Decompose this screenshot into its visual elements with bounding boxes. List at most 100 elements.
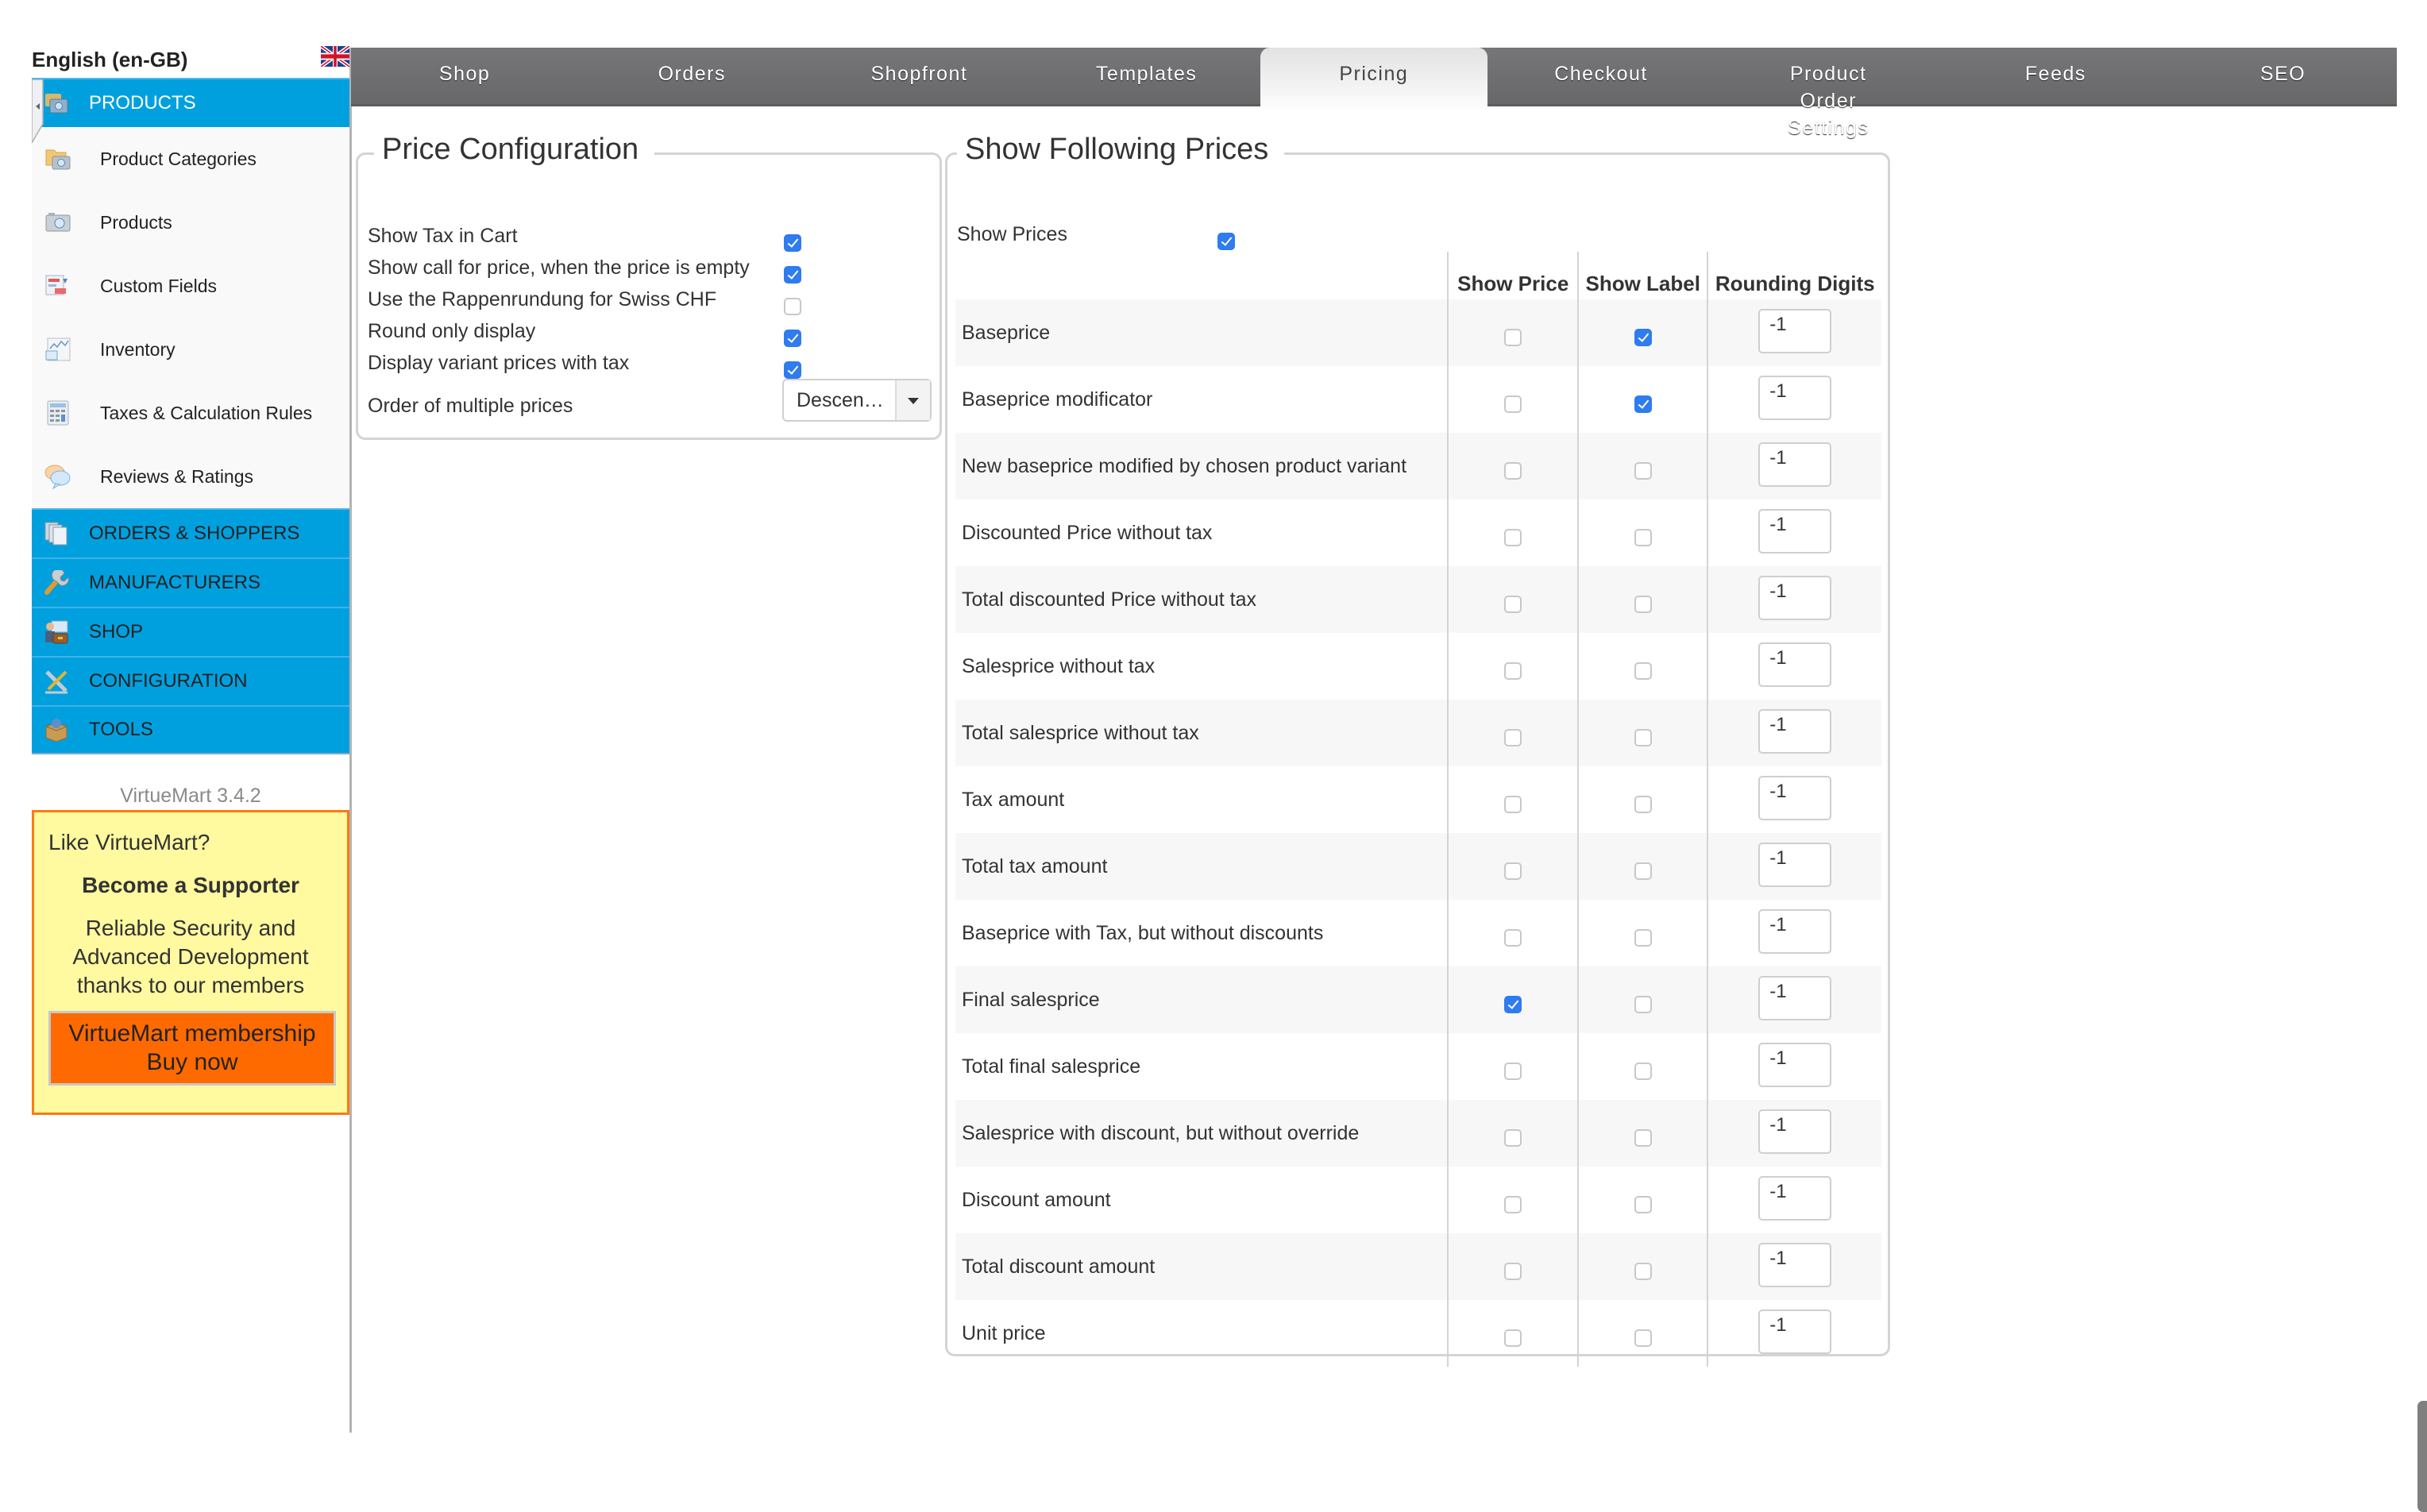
- sidebar-item-taxes[interactable]: Taxes & Calculation Rules: [32, 381, 349, 445]
- show-label-checkbox[interactable]: [1634, 662, 1652, 680]
- show-label-checkbox[interactable]: [1634, 1129, 1652, 1147]
- show-label-checkbox[interactable]: [1634, 729, 1652, 746]
- tab-checkout[interactable]: Checkout: [1487, 48, 1715, 106]
- tab-shopfront[interactable]: Shopfront: [805, 48, 1032, 106]
- sidebar-section-tools[interactable]: TOOLS: [32, 705, 349, 754]
- show-price-checkbox[interactable]: [1504, 596, 1522, 613]
- rounding-digits-input[interactable]: [1758, 1242, 1832, 1287]
- rounding-digits-input[interactable]: [1758, 775, 1832, 820]
- show-label-checkbox[interactable]: [1634, 395, 1652, 413]
- buy-membership-button[interactable]: VirtueMart membership Buy now: [48, 1011, 336, 1086]
- table-row: Unit price: [955, 1300, 1881, 1367]
- show-following-prices-title: Show Following Prices: [957, 133, 1285, 167]
- show-price-checkbox[interactable]: [1504, 796, 1522, 813]
- show-label-checkbox[interactable]: [1634, 929, 1652, 947]
- sidebar-section-orders-shoppers[interactable]: ORDERS & SHOPPERS: [32, 508, 349, 557]
- show-label-checkbox[interactable]: [1634, 996, 1652, 1013]
- speech-bubbles-icon: [44, 463, 71, 490]
- show-price-checkbox[interactable]: [1504, 1263, 1522, 1280]
- show-prices-checkbox[interactable]: [1217, 233, 1235, 250]
- variant-prices-with-tax-checkbox[interactable]: [784, 361, 801, 379]
- rounding-digits-input[interactable]: [1758, 1309, 1832, 1354]
- show-label-checkbox[interactable]: [1634, 796, 1652, 813]
- show-label-checkbox[interactable]: [1634, 462, 1652, 480]
- rounding-digits-input[interactable]: [1758, 1042, 1832, 1087]
- rounding-digits-input[interactable]: [1758, 642, 1832, 687]
- show-label-checkbox[interactable]: [1634, 1329, 1652, 1347]
- show-label-checkbox[interactable]: [1634, 1196, 1652, 1213]
- show-label-cell: [1576, 1100, 1708, 1167]
- show-label-checkbox[interactable]: [1634, 529, 1652, 546]
- sidebar-item-product-categories[interactable]: Product Categories: [32, 127, 349, 191]
- show-price-cell: [1447, 566, 1578, 633]
- show-label-checkbox[interactable]: [1634, 1063, 1652, 1080]
- show-label-checkbox[interactable]: [1634, 862, 1652, 880]
- sidebar-item-custom-fields[interactable]: Custom Fields: [32, 254, 349, 318]
- show-price-checkbox[interactable]: [1504, 1329, 1522, 1347]
- rounding-digits-input[interactable]: [1758, 708, 1832, 754]
- sidebar-section-products[interactable]: PRODUCTS: [31, 78, 349, 145]
- tab-orders[interactable]: Orders: [578, 48, 805, 106]
- rounding-digits-input[interactable]: [1758, 1175, 1832, 1221]
- sidebar-item-reviews[interactable]: Reviews & Ratings: [32, 445, 349, 508]
- rounding-digits-input[interactable]: [1758, 908, 1832, 954]
- show-price-cell: [1447, 299, 1578, 366]
- show-price-checkbox[interactable]: [1504, 462, 1522, 480]
- table-row: New baseprice modified by chosen product…: [955, 433, 1881, 499]
- show-call-for-price-checkbox[interactable]: [784, 266, 801, 284]
- chevron-down-icon[interactable]: [895, 380, 930, 420]
- sidebar-section-shop[interactable]: SHOP: [32, 607, 349, 656]
- show-price-checkbox[interactable]: [1504, 1196, 1522, 1213]
- show-price-checkbox[interactable]: [1504, 862, 1522, 880]
- sidebar-item-inventory[interactable]: Inventory: [32, 318, 349, 381]
- show-price-checkbox[interactable]: [1504, 529, 1522, 546]
- page-scrollbar-thumb[interactable]: [2417, 1401, 2427, 1512]
- show-label-column-header: Show Label: [1576, 252, 1708, 299]
- tab-seo[interactable]: SEO: [2170, 48, 2397, 106]
- show-price-checkbox[interactable]: [1504, 1063, 1522, 1080]
- show-price-checkbox[interactable]: [1504, 395, 1522, 413]
- price-type-label: Final salesprice: [955, 966, 1449, 1033]
- sidebar-item-products[interactable]: Products: [32, 191, 349, 254]
- show-label-checkbox[interactable]: [1634, 596, 1652, 613]
- rounding-digits-input[interactable]: [1758, 1109, 1832, 1154]
- show-price-checkbox[interactable]: [1504, 662, 1522, 680]
- rounding-digits-input[interactable]: [1758, 842, 1832, 887]
- version-label: VirtueMart 3.4.2: [120, 785, 261, 807]
- show-tax-in-cart-checkbox[interactable]: [784, 234, 801, 252]
- rappenrundung-checkbox[interactable]: [784, 298, 801, 315]
- show-price-checkbox[interactable]: [1504, 329, 1522, 346]
- promo-heading: Like VirtueMart?: [48, 830, 210, 854]
- rounding-digits-input[interactable]: [1758, 375, 1832, 420]
- products-camera-icon: [44, 209, 71, 236]
- sidebar-section-manufacturers[interactable]: MANUFACTURERS: [32, 557, 349, 607]
- tab-pricing[interactable]: Pricing: [1260, 48, 1487, 109]
- table-row: Baseprice with Tax, but without discount…: [955, 900, 1881, 966]
- show-price-checkbox[interactable]: [1504, 1129, 1522, 1147]
- show-price-checkbox[interactable]: [1504, 996, 1522, 1013]
- rounding-digits-input[interactable]: [1758, 308, 1832, 353]
- rounding-digits-input[interactable]: [1758, 508, 1832, 554]
- order-of-multiple-prices-select[interactable]: Descen…: [782, 379, 932, 422]
- sidebar-collapse-handle[interactable]: [31, 79, 46, 145]
- price-configuration-fieldset: Price Configuration Show Tax in Cart Sho…: [356, 133, 942, 440]
- show-label-checkbox[interactable]: [1634, 329, 1652, 346]
- rounding-digits-input[interactable]: [1758, 442, 1832, 487]
- show-price-checkbox[interactable]: [1504, 729, 1522, 746]
- show-price-cell: [1447, 366, 1578, 433]
- show-label-cell: [1576, 633, 1708, 700]
- tab-shop[interactable]: Shop: [351, 48, 578, 106]
- show-label-checkbox[interactable]: [1634, 1263, 1652, 1280]
- round-only-display-checkbox[interactable]: [784, 330, 801, 347]
- rounding-digits-input[interactable]: [1758, 975, 1832, 1020]
- tab-templates[interactable]: Templates: [1033, 48, 1260, 106]
- show-label-cell: [1576, 900, 1708, 966]
- rounding-digits-input[interactable]: [1758, 575, 1832, 620]
- uk-flag-icon[interactable]: [320, 44, 350, 69]
- tab-feeds[interactable]: Feeds: [1942, 48, 2169, 106]
- show-price-checkbox[interactable]: [1504, 929, 1522, 947]
- table-row: Total salesprice without tax: [955, 700, 1881, 766]
- sidebar-section-configuration[interactable]: CONFIGURATION: [32, 656, 349, 705]
- tab-product-order-settings[interactable]: Product Order Settings: [1715, 48, 1942, 139]
- show-price-cell: [1447, 1300, 1578, 1367]
